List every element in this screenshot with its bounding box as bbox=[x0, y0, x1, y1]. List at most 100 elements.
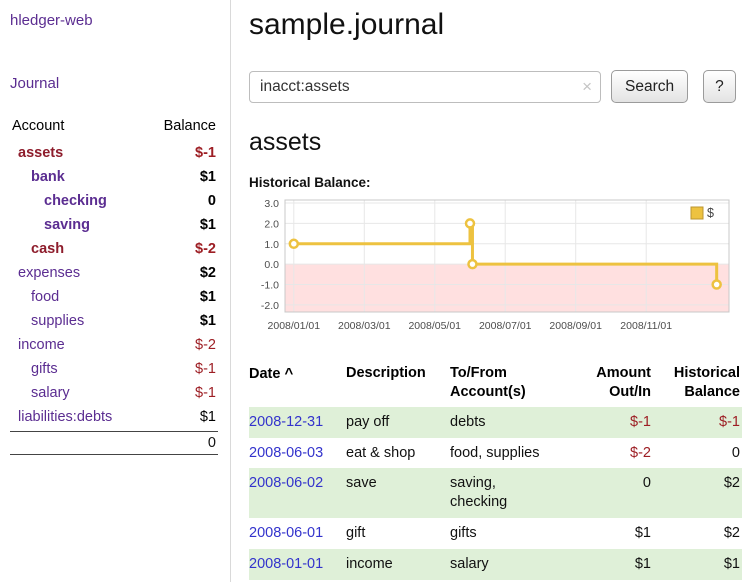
account-balance: 0 bbox=[208, 193, 216, 209]
account-balance: $-1 bbox=[195, 145, 216, 161]
account-link[interactable]: supplies bbox=[12, 313, 84, 329]
transaction-accounts: food, supplies bbox=[450, 438, 581, 469]
sidebar-item-journal[interactable]: Journal bbox=[10, 75, 59, 92]
register-header-row: Date ^ Description To/FromAccount(s) Amo… bbox=[249, 362, 742, 407]
account-link[interactable]: salary bbox=[12, 385, 70, 401]
col-header-description: Description bbox=[346, 362, 450, 407]
main-content: sample.journal × Search ? assets Histori… bbox=[249, 0, 742, 580]
transaction-balance: $1 bbox=[657, 549, 742, 580]
balance-column-header: Balance bbox=[164, 118, 216, 134]
account-link[interactable]: bank bbox=[12, 169, 65, 185]
search-input[interactable] bbox=[249, 71, 601, 103]
account-balance: $-2 bbox=[195, 337, 216, 353]
chart-title: Historical Balance: bbox=[249, 175, 742, 190]
transaction-date-link[interactable]: 2008-06-01 bbox=[249, 525, 323, 541]
data-point-marker bbox=[290, 240, 298, 248]
transaction-accounts: salary bbox=[450, 549, 581, 580]
register-body: 2008-12-31pay offdebts$-1$-1 2008-06-03 ea… bbox=[249, 407, 742, 580]
account-row: salary $-1 bbox=[10, 381, 218, 405]
x-tick-label: 2008/05/01 bbox=[408, 320, 461, 332]
transaction-date-link[interactable]: 2008-06-02 bbox=[249, 475, 323, 491]
transaction-description: eat & shop bbox=[346, 438, 450, 469]
accounts-list: assets$-1bank$1checking0saving$1cash$-2e… bbox=[10, 141, 218, 429]
account-link[interactable]: cash bbox=[12, 241, 64, 257]
transaction-description: gift bbox=[346, 518, 450, 549]
legend-swatch bbox=[691, 207, 703, 219]
account-row: gifts $-1 bbox=[10, 357, 218, 381]
account-link[interactable]: food bbox=[12, 289, 59, 305]
register-row: 2008-12-31pay offdebts$-1$-1 bbox=[249, 407, 742, 438]
account-link[interactable]: checking bbox=[12, 193, 107, 209]
accounts-total: 0 bbox=[10, 431, 218, 455]
register-row: 2008-06-01giftgifts$1$2 bbox=[249, 518, 742, 549]
account-row: bank $1 bbox=[10, 165, 218, 189]
transaction-balance: $2 bbox=[657, 518, 742, 549]
transaction-date-link[interactable]: 2008-06-03 bbox=[249, 445, 323, 461]
account-row: food $1 bbox=[10, 285, 218, 309]
search-button[interactable]: Search bbox=[611, 70, 688, 103]
y-tick-label: 2.0 bbox=[264, 218, 279, 230]
help-button[interactable]: ? bbox=[703, 70, 736, 103]
account-link[interactable]: assets bbox=[12, 145, 63, 161]
transaction-balance: $-1 bbox=[657, 407, 742, 438]
transaction-date-link[interactable]: 2008-12-31 bbox=[249, 414, 323, 430]
account-row: cash$-2 bbox=[10, 237, 218, 261]
x-tick-label: 2008/11/01 bbox=[620, 320, 672, 332]
account-link[interactable]: expenses bbox=[12, 265, 80, 281]
transaction-date-link[interactable]: 2008-01-01 bbox=[249, 556, 323, 572]
account-row: saving$1 bbox=[10, 213, 218, 237]
transaction-accounts: debts bbox=[450, 407, 581, 438]
col-header-accounts: To/FromAccount(s) bbox=[450, 362, 581, 407]
x-tick-label: 2008/07/01 bbox=[479, 320, 532, 332]
account-balance: $1 bbox=[200, 313, 216, 329]
col-header-date[interactable]: Date ^ bbox=[249, 362, 346, 407]
register-row: 2008-01-01incomesalary$1$1 bbox=[249, 549, 742, 580]
account-column-header: Account bbox=[12, 118, 64, 134]
register-row: 2008-06-03 eat & shopfood, supplies$-20 bbox=[249, 438, 742, 469]
transaction-description: save bbox=[346, 468, 450, 518]
account-row: checking 0 bbox=[10, 189, 218, 213]
register-table: Date ^ Description To/FromAccount(s) Amo… bbox=[249, 362, 742, 580]
transaction-balance: 0 bbox=[657, 438, 742, 469]
transaction-accounts: saving,checking bbox=[450, 468, 581, 518]
transaction-balance: $2 bbox=[657, 468, 742, 518]
legend-label: $ bbox=[707, 206, 714, 220]
y-tick-label: 0.0 bbox=[264, 259, 279, 271]
x-tick-label: 2008/01/01 bbox=[268, 320, 321, 332]
sidebar: hledger-web Journal Account Balance asse… bbox=[0, 0, 231, 582]
transaction-amount: $-2 bbox=[581, 438, 657, 469]
account-link[interactable]: liabilities:debts bbox=[12, 409, 112, 425]
account-balance: $2 bbox=[200, 265, 216, 281]
sort-asc-icon: ^ bbox=[284, 365, 293, 382]
account-link[interactable]: saving bbox=[12, 217, 90, 233]
account-heading: assets bbox=[249, 128, 742, 157]
account-balance: $1 bbox=[200, 289, 216, 305]
search-box: × bbox=[249, 71, 601, 103]
account-balance: $-1 bbox=[195, 361, 216, 377]
chart-canvas: 3.02.01.00.0-1.0-2.02008/01/012008/03/01… bbox=[249, 194, 735, 346]
app-title-link[interactable]: hledger-web bbox=[10, 12, 93, 29]
account-row: expenses $2 bbox=[10, 261, 218, 285]
account-row: supplies $1 bbox=[10, 309, 218, 333]
account-row: assets $-1 bbox=[10, 141, 218, 165]
accounts-table-header: Account Balance bbox=[10, 116, 218, 141]
data-point-marker bbox=[713, 281, 721, 289]
x-tick-label: 2008/03/01 bbox=[338, 320, 391, 332]
y-tick-label: 1.0 bbox=[264, 239, 279, 251]
accounts-table: Account Balance assets $-1 bank $1 checking 0… bbox=[10, 116, 218, 455]
account-link[interactable]: income bbox=[12, 337, 65, 353]
page-title: sample.journal bbox=[249, 8, 742, 42]
col-header-balance: HistoricalBalance bbox=[657, 362, 742, 407]
transaction-accounts: gifts bbox=[450, 518, 581, 549]
account-balance: $-1 bbox=[195, 385, 216, 401]
account-balance: $1 bbox=[200, 169, 216, 185]
transaction-amount: $1 bbox=[581, 549, 657, 580]
clear-search-icon[interactable]: × bbox=[582, 77, 592, 97]
transaction-amount: $-1 bbox=[581, 407, 657, 438]
transaction-description: income bbox=[346, 549, 450, 580]
col-header-date-label: Date bbox=[249, 366, 280, 382]
search-row: × Search ? bbox=[249, 70, 742, 103]
y-tick-label: -1.0 bbox=[261, 280, 279, 292]
transaction-amount: 0 bbox=[581, 468, 657, 518]
account-link[interactable]: gifts bbox=[12, 361, 58, 377]
